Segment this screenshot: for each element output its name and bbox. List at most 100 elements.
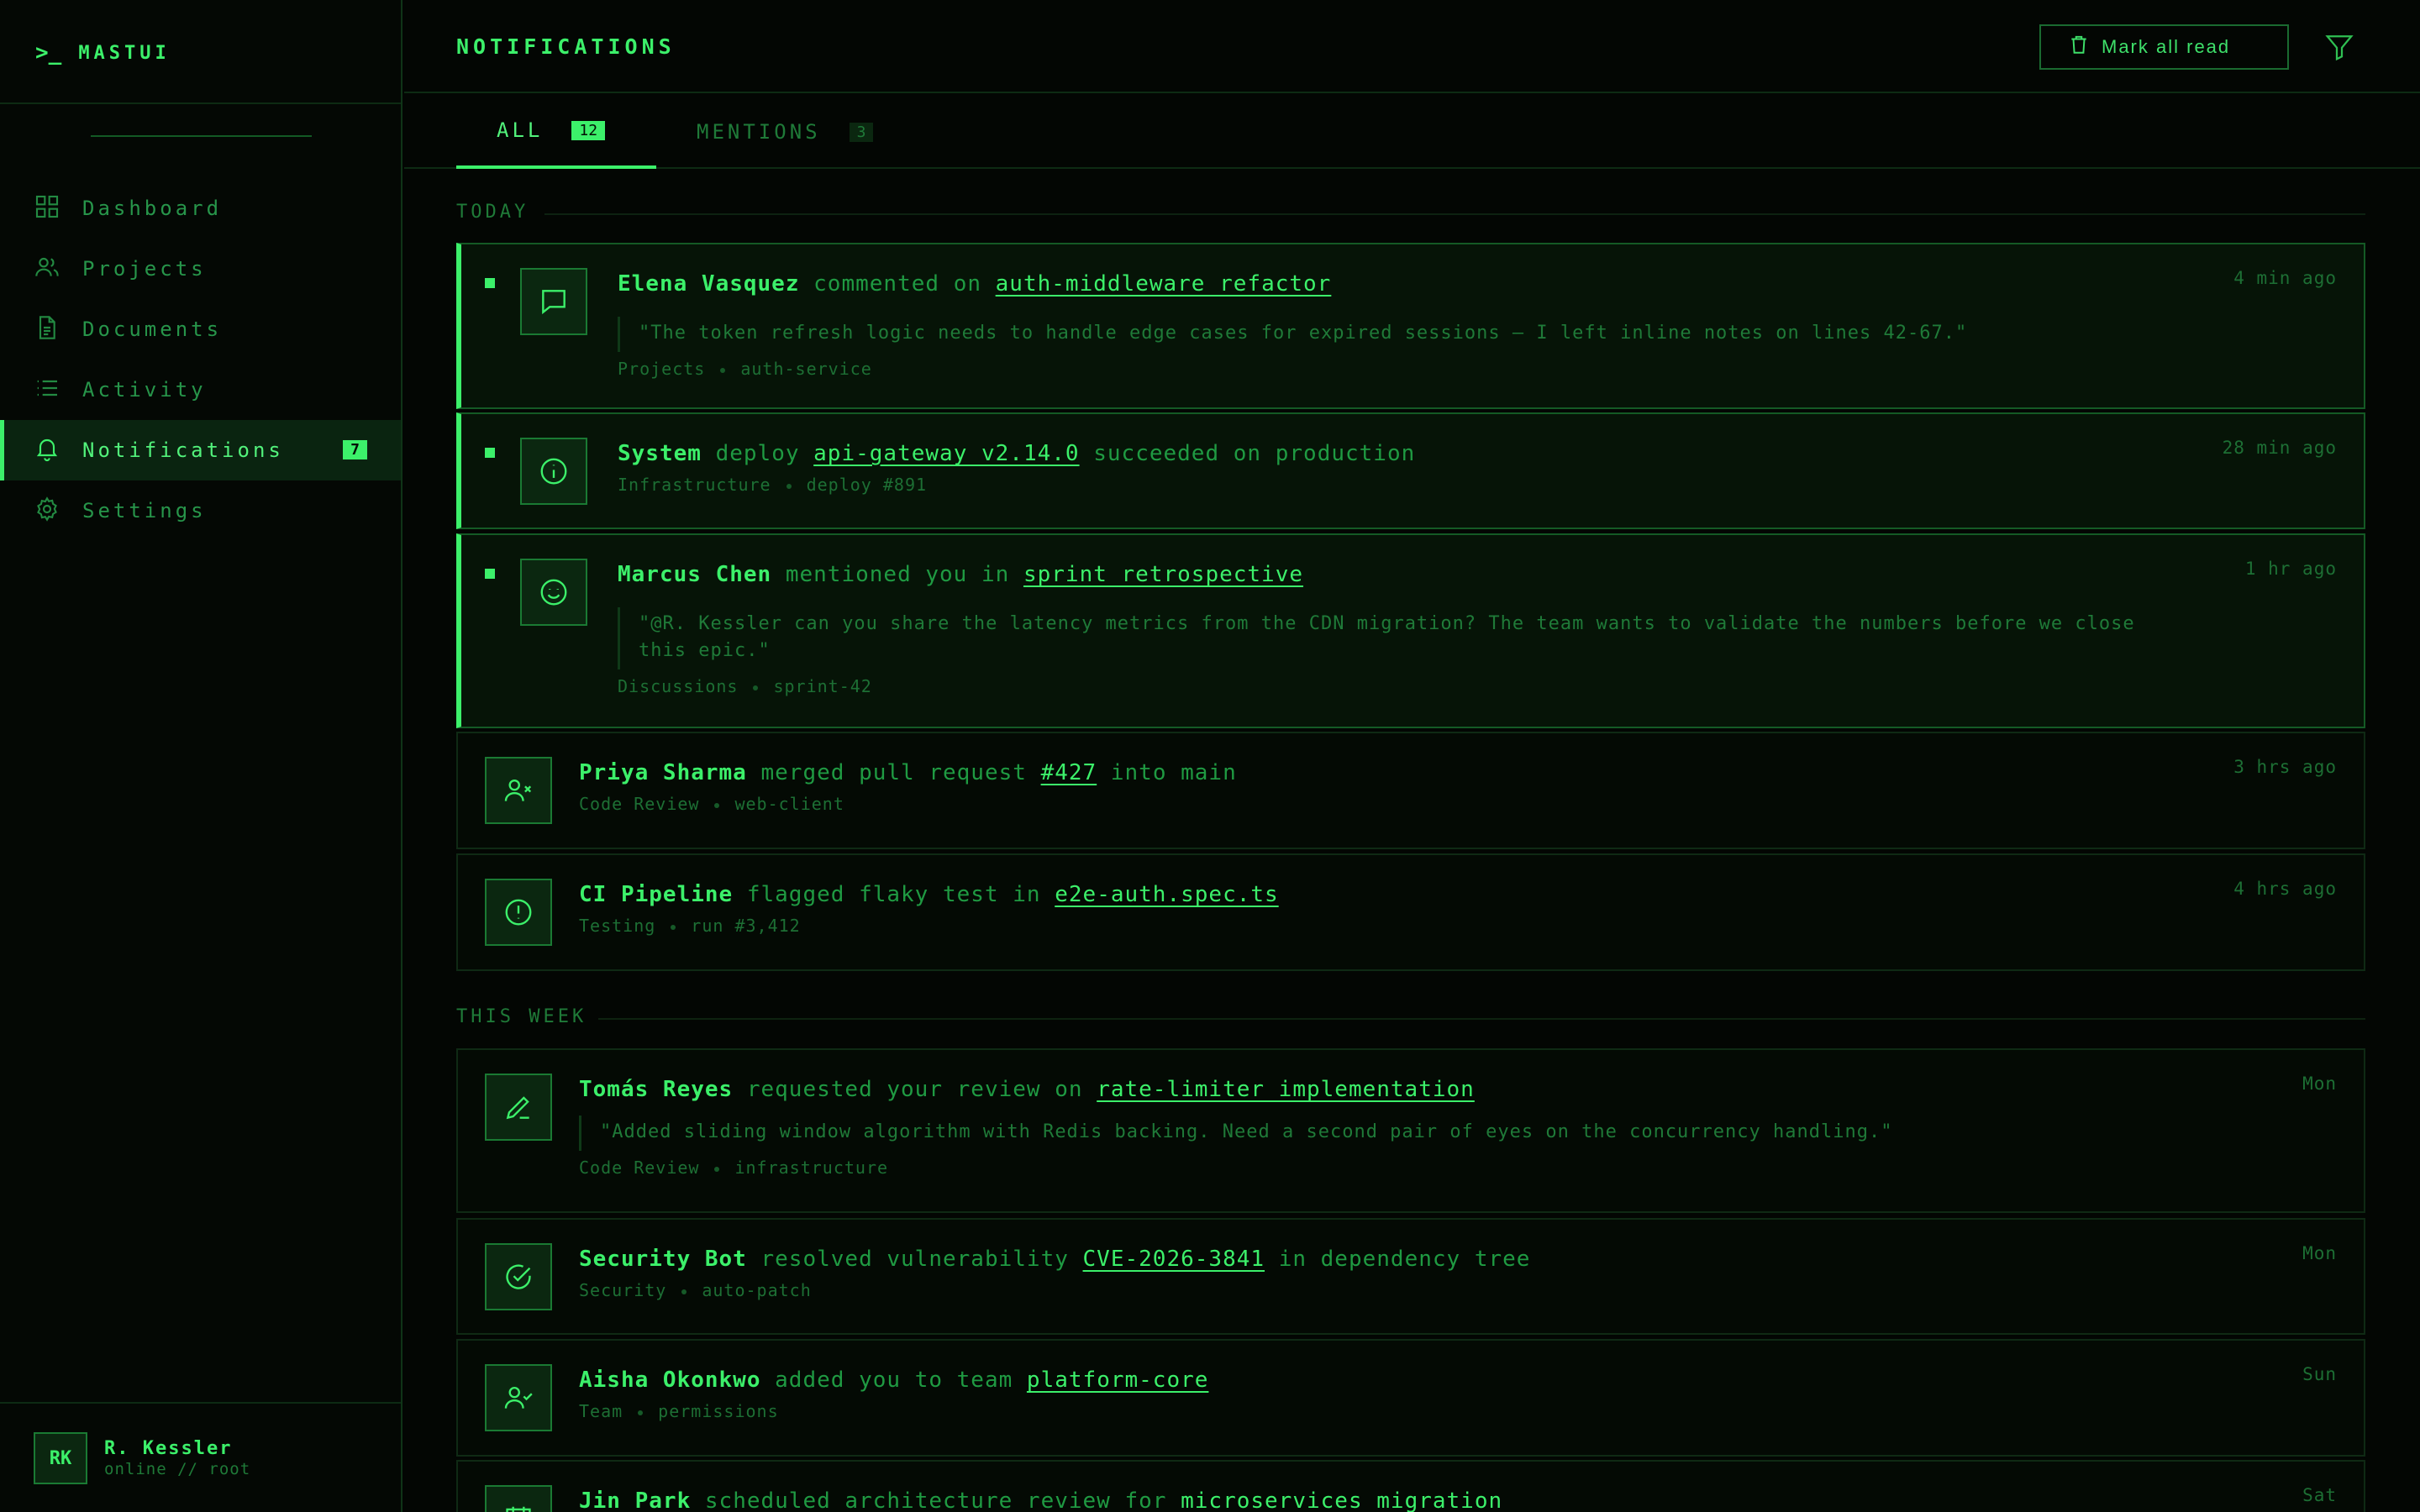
notification-target-link[interactable]: e2e-auth.spec.ts [1055, 882, 1278, 907]
notification-time: 4 min ago [2233, 268, 2337, 288]
sidebar-item-label: Activity [82, 378, 207, 402]
mark-all-read-label: Mark all read [2102, 36, 2231, 57]
notification-item[interactable]: Elena Vasquez commented on auth-middlewa… [456, 243, 2365, 409]
sidebar-item-projects[interactable]: Projects [0, 239, 401, 299]
notification-item[interactable]: CI Pipeline flagged flaky test in e2e-au… [456, 853, 2365, 971]
notification-meta: Security auto-patch [579, 1280, 2196, 1300]
filter-button[interactable] [2323, 32, 2355, 62]
separator-dot [753, 685, 759, 690]
sidebar-item-activity[interactable]: Activity [0, 360, 401, 420]
notification-body: Elena Vasquez commented on auth-middlewa… [618, 270, 2196, 379]
meta-context: auto-patch [702, 1280, 812, 1300]
notification-tabs: ALL 12 MENTIONS 3 [404, 95, 2420, 169]
divider [0, 1402, 401, 1404]
notification-time: 28 min ago [2222, 438, 2337, 458]
calendar-icon [485, 1485, 552, 1512]
notification-time: 3 hrs ago [2233, 757, 2337, 777]
unread-indicator [485, 278, 495, 288]
tab-all[interactable]: ALL 12 [456, 95, 656, 169]
notification-suffix: in dependency tree [1278, 1247, 1531, 1272]
gear-icon [34, 496, 60, 526]
notification-actor[interactable]: Tomás Reyes [579, 1077, 733, 1102]
tab-mentions[interactable]: MENTIONS 3 [697, 95, 874, 169]
notification-text: CI Pipeline flagged flaky test in e2e-au… [579, 880, 2196, 909]
notification-actor[interactable]: Jin Park [579, 1488, 691, 1512]
notification-body: Priya Sharma merged pull request #427 in… [579, 759, 2196, 814]
sidebar: >_ MASTUI Dashboard Projects Documents A… [0, 0, 402, 1512]
notification-meta: Infrastructure deploy #891 [618, 475, 2196, 495]
tab-label: ALL [497, 118, 544, 142]
meta-category: Team [579, 1401, 623, 1421]
notification-actor[interactable]: Aisha Okonkwo [579, 1368, 761, 1393]
notification-time: 4 hrs ago [2233, 879, 2337, 899]
notification-item[interactable]: Jin Park scheduled architecture review f… [456, 1460, 2365, 1512]
unread-indicator [485, 448, 495, 458]
notification-item[interactable]: Security Bot resolved vulnerability CVE-… [456, 1218, 2365, 1335]
notification-item[interactable]: Tomás Reyes requested your review on rat… [456, 1048, 2365, 1213]
page-title: NOTIFICATIONS [456, 34, 676, 59]
meta-category: Testing [579, 916, 656, 936]
meta-category: Code Review [579, 794, 700, 814]
alert-icon [485, 879, 552, 946]
notification-quote: "The token refresh logic needs to handle… [618, 317, 2164, 352]
section-label-today: TODAY [456, 202, 529, 223]
meta-context: run #3,412 [691, 916, 801, 936]
meta-context: auth-service [740, 359, 872, 379]
notification-target-link[interactable]: microservices migration [1181, 1488, 1502, 1512]
notification-item[interactable]: Priya Sharma merged pull request #427 in… [456, 732, 2365, 849]
notification-item[interactable]: Marcus Chen mentioned you in sprint retr… [456, 533, 2365, 728]
users-icon [34, 254, 60, 284]
tab-label: MENTIONS [697, 120, 821, 144]
notification-action: merged pull request [760, 760, 1027, 785]
notification-action: commented on [813, 271, 981, 297]
filter-icon [2323, 35, 2355, 66]
notification-target-link[interactable]: sprint retrospective [1023, 562, 1303, 587]
document-icon [34, 314, 60, 344]
notification-target-link[interactable]: rate-limiter implementation [1097, 1077, 1475, 1102]
sidebar-item-documents[interactable]: Documents [0, 299, 401, 360]
notification-suffix: succeeded on production [1093, 441, 1416, 466]
notification-target-link[interactable]: platform-core [1027, 1368, 1209, 1393]
notification-target-link[interactable]: #427 [1041, 760, 1097, 785]
notification-body: Security Bot resolved vulnerability CVE-… [579, 1245, 2196, 1300]
notification-target-link[interactable]: auth-middleware refactor [996, 271, 1332, 297]
notification-action: deploy [715, 441, 800, 466]
sidebar-item-settings[interactable]: Settings [0, 480, 401, 541]
notification-actor[interactable]: Elena Vasquez [618, 271, 800, 297]
notification-suffix: into main [1110, 760, 1237, 785]
separator-dot [671, 924, 676, 930]
brand-logo[interactable]: >_ MASTUI [35, 40, 171, 66]
notification-action: resolved vulnerability [760, 1247, 1069, 1272]
meta-context: infrastructure [734, 1158, 889, 1178]
notification-item[interactable]: System deploy api-gateway v2.14.0 succee… [456, 412, 2365, 529]
sidebar-item-label: Dashboard [82, 197, 223, 220]
tab-count-badge: 3 [849, 122, 874, 142]
user-x-icon [485, 757, 552, 824]
brand-name: MASTUI [78, 42, 171, 64]
notification-body: Marcus Chen mentioned you in sprint retr… [618, 560, 2196, 696]
notification-actor[interactable]: Marcus Chen [618, 562, 771, 587]
notification-meta: Team permissions [579, 1401, 2196, 1421]
notification-item[interactable]: Aisha Okonkwo added you to team platform… [456, 1339, 2365, 1457]
notification-actor[interactable]: Security Bot [579, 1247, 747, 1272]
sidebar-item-notifications[interactable]: Notifications 7 [0, 420, 401, 480]
user-name: R. Kessler [104, 1438, 233, 1459]
divider [0, 102, 401, 104]
notification-actor[interactable]: Priya Sharma [579, 760, 747, 785]
separator-dot [720, 367, 726, 373]
unread-indicator [485, 569, 495, 579]
notification-target-link[interactable]: CVE-2026-3841 [1083, 1247, 1265, 1272]
mark-all-read-button[interactable]: Mark all read [2039, 24, 2289, 70]
notification-body: Tomás Reyes requested your review on rat… [579, 1075, 2196, 1178]
notification-target-link[interactable]: api-gateway v2.14.0 [813, 441, 1079, 466]
avatar[interactable]: RK [34, 1432, 87, 1484]
notification-actor[interactable]: System [618, 441, 702, 466]
separator-dot [714, 1166, 720, 1172]
notification-time: Mon [2302, 1074, 2337, 1094]
notification-action: mentioned you in [785, 562, 1010, 587]
notification-actor[interactable]: CI Pipeline [579, 882, 733, 907]
notification-body: Aisha Okonkwo added you to team platform… [579, 1366, 2196, 1421]
sidebar-item-dashboard[interactable]: Dashboard [0, 178, 401, 239]
separator-dot [714, 802, 720, 808]
meta-category: Projects [618, 359, 706, 379]
